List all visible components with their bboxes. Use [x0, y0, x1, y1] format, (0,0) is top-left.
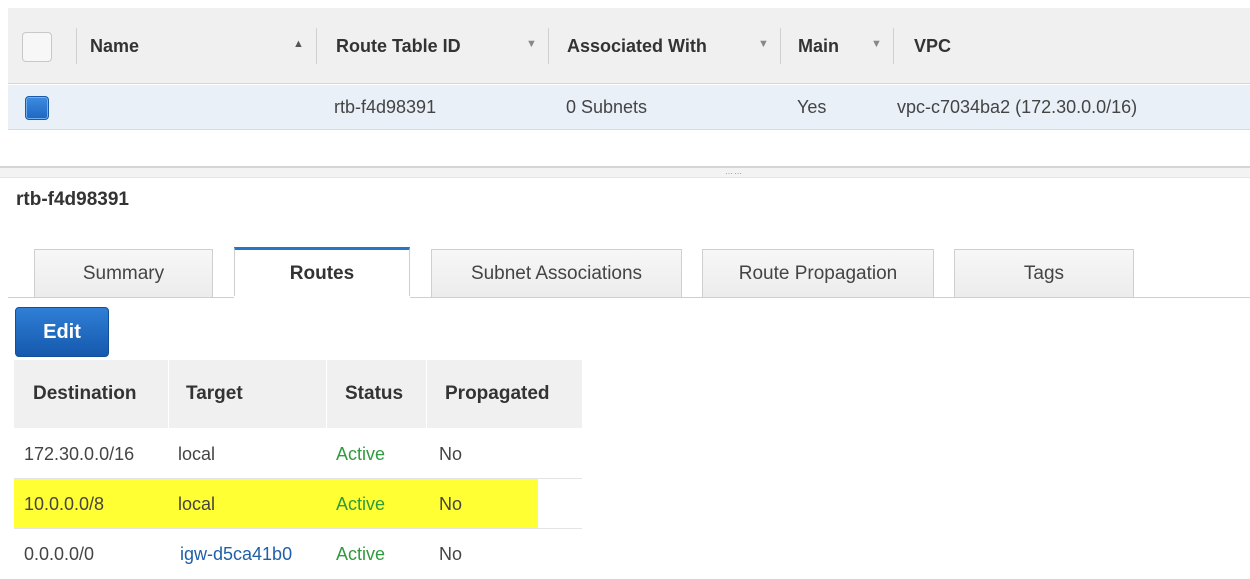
column-separator [426, 360, 427, 428]
table-row[interactable]: rtb-f4d98391 0 Subnets Yes vpc-c7034ba2 … [8, 85, 1250, 130]
routes-header-target: Target [186, 383, 243, 404]
column-header-name-label: Name [90, 35, 140, 56]
column-header-route-table-id[interactable]: Route Table ID [336, 8, 461, 84]
column-header-name[interactable]: Name [90, 8, 139, 84]
row-checkbox[interactable] [25, 96, 49, 120]
route-status: Active [336, 543, 386, 564]
column-header-associated-with-label: Associated With [567, 35, 707, 56]
tab-subnet-associations-label: Subnet Associations [470, 262, 643, 284]
tab-summary-label: Summary [82, 262, 165, 284]
route-target: local [178, 493, 216, 514]
row-vpc: vpc-c7034ba2 (172.30.0.0/16) [897, 97, 1138, 117]
active-tab-gap [234, 296, 410, 299]
sort-ascending-icon[interactable]: ▲ [293, 38, 304, 50]
row-associated-with: 0 Subnets [566, 97, 648, 117]
panel-splitter[interactable]: ⋯⋯ [0, 166, 1250, 178]
route-status: Active [336, 443, 386, 464]
route-propagated: No [439, 443, 463, 464]
route-destination: 172.30.0.0/16 [24, 443, 135, 464]
table-row[interactable]: 10.0.0.0/8 local Active No [14, 479, 582, 529]
routes-table-header: Destination Target Status Propagated [14, 360, 582, 428]
route-tables-grid: Name ▲ Route Table ID ▼ Associated With … [8, 8, 1250, 130]
sort-dropdown-icon[interactable]: ▼ [758, 38, 769, 50]
tab-route-propagation-label: Route Propagation [738, 262, 898, 284]
route-propagated: No [439, 493, 463, 514]
row-main: Yes [797, 97, 827, 117]
routes-header-status: Status [345, 383, 404, 404]
column-separator [548, 28, 549, 64]
tab-tags[interactable]: Tags [954, 249, 1134, 297]
route-destination: 10.0.0.0/8 [24, 493, 105, 514]
column-separator [316, 28, 317, 64]
detail-title: rtb-f4d98391 [16, 189, 129, 210]
tab-routes[interactable]: Routes [234, 247, 410, 297]
column-separator [893, 28, 894, 64]
column-header-main-label: Main [798, 35, 840, 56]
route-target: local [178, 443, 216, 464]
table-row[interactable]: 0.0.0.0/0 igw-d5ca41b0 Active No [14, 529, 582, 579]
route-status: Active [336, 493, 386, 514]
tab-subnet-associations[interactable]: Subnet Associations [431, 249, 682, 297]
column-separator [326, 360, 327, 428]
sort-dropdown-icon[interactable]: ▼ [526, 38, 537, 50]
column-separator [76, 28, 77, 64]
column-header-route-table-id-label: Route Table ID [336, 35, 461, 56]
tabs-baseline [8, 297, 1250, 298]
column-separator [780, 28, 781, 64]
select-all-checkbox[interactable] [22, 32, 52, 62]
routes-header-destination: Destination [33, 383, 137, 404]
drag-handle-icon[interactable]: ⋯⋯ [725, 170, 743, 178]
routes-header-propagated: Propagated [445, 383, 550, 404]
row-route-table-id: rtb-f4d98391 [334, 97, 437, 117]
column-header-main[interactable]: Main [798, 8, 839, 84]
column-header-vpc[interactable]: VPC [914, 8, 951, 84]
sort-dropdown-icon[interactable]: ▼ [871, 38, 882, 50]
grid-header: Name ▲ Route Table ID ▼ Associated With … [8, 8, 1250, 84]
column-header-vpc-label: VPC [914, 35, 952, 56]
tab-tags-label: Tags [1023, 262, 1065, 284]
tab-summary[interactable]: Summary [34, 249, 213, 297]
column-header-associated-with[interactable]: Associated With [567, 8, 707, 84]
table-row[interactable]: 172.30.0.0/16 local Active No [14, 429, 582, 479]
tab-routes-label: Routes [289, 262, 355, 284]
route-target-link[interactable]: igw-d5ca41b0 [180, 529, 292, 579]
route-propagated: No [439, 543, 463, 564]
route-destination: 0.0.0.0/0 [24, 543, 95, 564]
edit-button[interactable]: Edit [15, 307, 109, 357]
tab-route-propagation[interactable]: Route Propagation [702, 249, 934, 297]
column-separator [168, 360, 169, 428]
